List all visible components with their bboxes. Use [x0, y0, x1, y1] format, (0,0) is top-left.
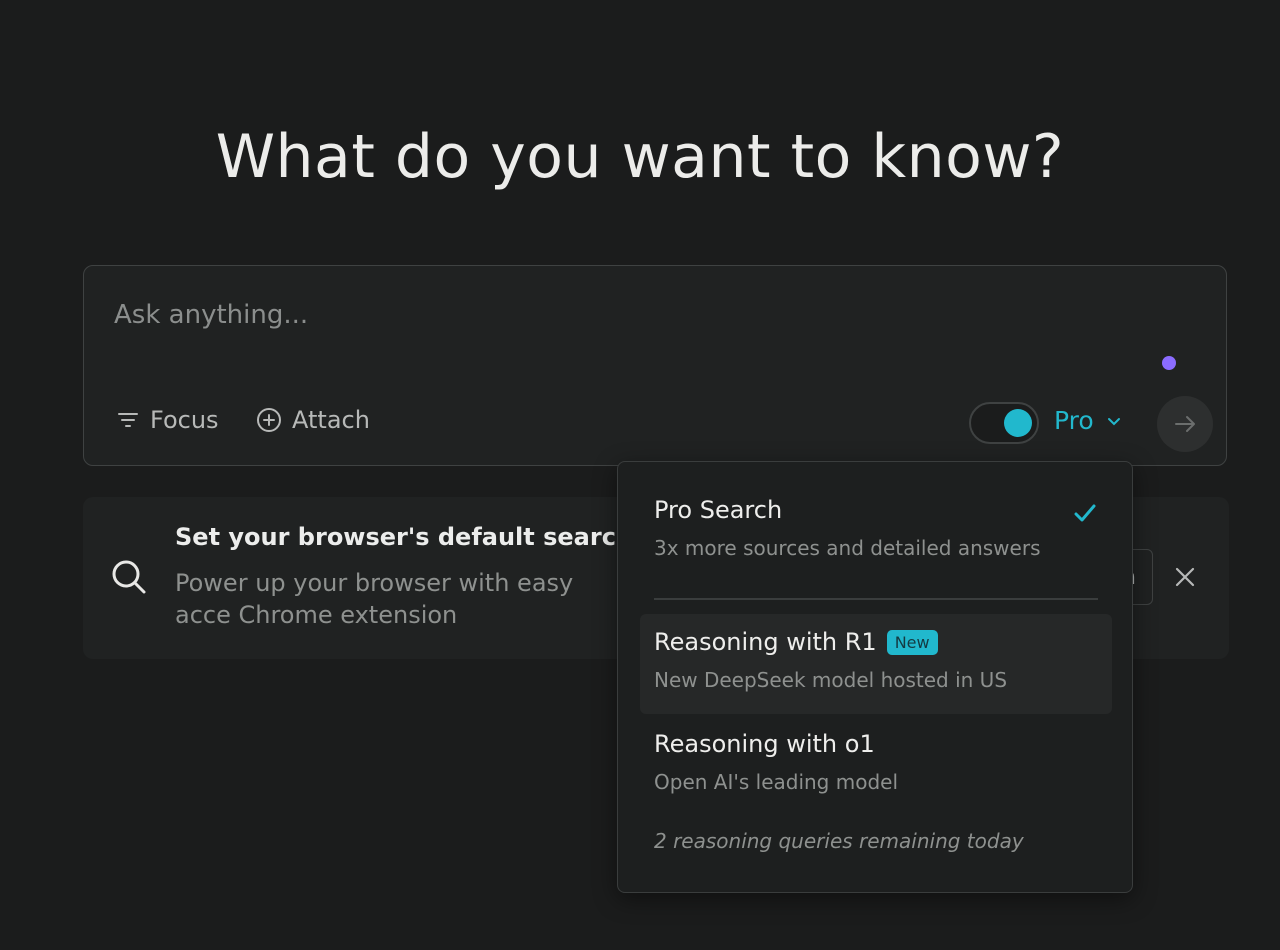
close-icon[interactable]	[1173, 565, 1197, 589]
option-desc: 3x more sources and detailed answers	[654, 536, 1041, 560]
option-reasoning-o1[interactable]: Reasoning with o1 Open AI's leading mode…	[640, 730, 1112, 810]
option-title: Reasoning with R1	[654, 628, 877, 656]
option-desc: New DeepSeek model hosted in US	[654, 668, 1008, 692]
check-icon	[1074, 504, 1096, 522]
option-pro-search[interactable]: Pro Search 3x more sources and detailed …	[640, 496, 1112, 576]
pro-mode-dropdown: Pro Search 3x more sources and detailed …	[617, 461, 1133, 893]
option-title: Reasoning with o1	[654, 730, 875, 758]
pro-toggle[interactable]	[969, 402, 1039, 444]
chevron-down-icon	[1107, 417, 1120, 425]
divider	[654, 598, 1098, 600]
arrow-right-icon	[1175, 416, 1195, 432]
focus-button[interactable]: Focus	[116, 406, 219, 434]
attach-label: Attach	[292, 406, 370, 434]
option-title: Pro Search	[654, 496, 783, 524]
search-input[interactable]: Ask anything...	[114, 300, 308, 330]
focus-label: Focus	[150, 406, 219, 434]
page-headline: What do you want to know?	[215, 122, 1065, 192]
option-reasoning-r1[interactable]: Reasoning with R1 New New DeepSeek model…	[640, 614, 1112, 714]
search-box[interactable]: Ask anything... Focus Attach Pro	[83, 265, 1227, 466]
filter-icon	[118, 413, 138, 427]
banner-body: Power up your browser with easy acce Chr…	[175, 569, 574, 629]
notification-dot	[1162, 356, 1176, 370]
banner-title: Set your browser's default search eng	[175, 523, 692, 551]
pro-mode-selector[interactable]: Pro	[1054, 406, 1122, 435]
attach-button[interactable]: Attach	[256, 406, 370, 434]
search-icon	[112, 560, 146, 594]
pro-mode-label: Pro	[1054, 406, 1094, 435]
submit-button[interactable]	[1157, 396, 1213, 452]
plus-circle-icon	[257, 408, 281, 432]
new-badge: New	[886, 629, 938, 655]
toggle-knob	[1004, 409, 1032, 437]
remaining-queries-note: 2 reasoning queries remaining today	[654, 829, 1024, 853]
option-desc: Open AI's leading model	[654, 770, 899, 794]
